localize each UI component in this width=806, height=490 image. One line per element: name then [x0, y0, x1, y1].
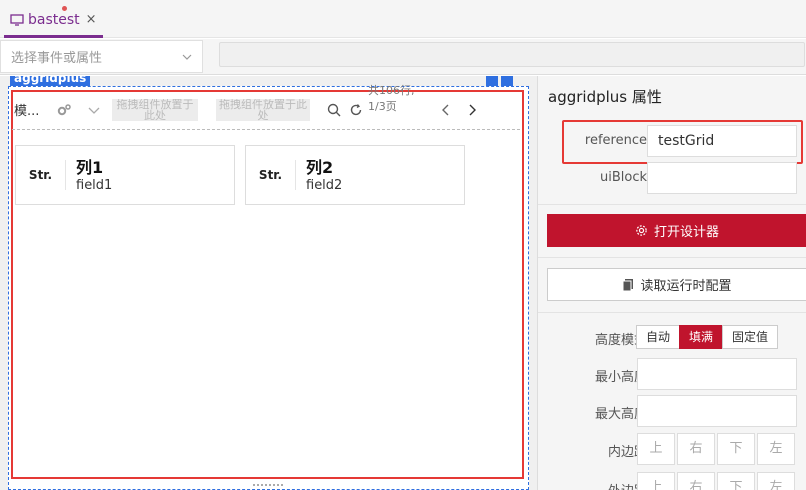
column-type: Str. — [16, 160, 66, 190]
copy-icon — [622, 278, 634, 291]
column-card[interactable]: Str. 列2 field2 — [245, 145, 465, 205]
tab-bar: bastest × — [0, 0, 806, 38]
height-mode-fill[interactable]: 填满 — [679, 325, 724, 349]
event-select-placeholder: 选择事件或属性 — [11, 51, 103, 66]
column-type: Str. — [246, 160, 296, 190]
component-badge: aggridplus — [10, 76, 91, 86]
column-name: 列1 — [76, 158, 104, 177]
copy-icon[interactable] — [486, 76, 498, 86]
close-icon[interactable]: × — [86, 12, 97, 27]
column-field: field2 — [306, 178, 343, 193]
tab-bastest[interactable]: bastest × — [4, 4, 103, 38]
event-select[interactable]: 选择事件或属性 — [0, 40, 203, 73]
height-mode-auto[interactable]: 自动 — [636, 325, 681, 349]
column-card[interactable]: Str. 列1 field1 — [15, 145, 235, 205]
design-canvas: aggridplus — [0, 76, 537, 490]
column-field: field1 — [76, 178, 113, 193]
tab-label: bastest — [28, 11, 80, 28]
padding-left-input[interactable]: 左 — [757, 433, 795, 465]
margin-left-input[interactable]: 左 — [757, 472, 795, 490]
grid-toolbar: 模... 拖拽组件放置于此处 拖拽组件放置于此处 共106行, 1/3页 — [12, 84, 520, 130]
gear-icon — [636, 225, 647, 236]
margin-top-input[interactable]: 上 — [637, 472, 675, 490]
chevron-down-icon[interactable] — [86, 102, 102, 118]
drop-slot[interactable]: 拖拽组件放置于此处 — [112, 98, 198, 121]
uiblock-row: uiBlock — [538, 162, 806, 194]
max-height-input[interactable] — [637, 395, 797, 427]
uiblock-input[interactable] — [647, 162, 797, 194]
delete-icon[interactable] — [501, 76, 513, 86]
refresh-icon[interactable] — [348, 102, 364, 118]
chevron-down-icon — [182, 54, 192, 60]
padding-top-input[interactable]: 上 — [637, 433, 675, 465]
height-mode-segmented: 自动 填满 固定值 — [636, 325, 779, 349]
divider — [538, 204, 806, 205]
row-count-info: 共106行, 1/3页 — [368, 83, 415, 113]
component-tools — [486, 76, 513, 86]
height-mode-fixed[interactable]: 固定值 — [722, 325, 779, 349]
gears-icon[interactable] — [56, 102, 72, 118]
chevron-right-icon[interactable] — [464, 102, 480, 118]
padding-bottom-input[interactable]: 下 — [717, 433, 755, 465]
search-icon[interactable] — [326, 102, 342, 118]
chevron-left-icon[interactable] — [438, 102, 454, 118]
min-height-row: 最小高度 — [538, 358, 806, 390]
open-designer-label: 打开设计器 — [653, 225, 719, 240]
event-value-input[interactable] — [219, 42, 805, 67]
divider — [538, 312, 806, 313]
grid-title: 模... — [14, 104, 40, 119]
drop-slot[interactable]: 拖拽组件放置于此处 — [216, 98, 310, 121]
unsaved-dot-icon — [62, 6, 67, 11]
uiblock-label: uiBlock — [599, 170, 647, 185]
event-bar: 选择事件或属性 — [0, 39, 806, 75]
divider — [538, 257, 806, 258]
properties-panel: aggridplus 属性 reference testGrid uiBlock… — [537, 76, 806, 490]
margin-right-input[interactable]: 右 — [677, 472, 715, 490]
resize-handle[interactable] — [253, 484, 283, 490]
load-runtime-config-label: 读取运行时配置 — [640, 279, 732, 294]
column-name: 列2 — [306, 158, 334, 177]
monitor-icon — [10, 13, 24, 26]
load-runtime-config-button[interactable]: 读取运行时配置 — [547, 268, 806, 301]
min-height-input[interactable] — [637, 358, 797, 390]
open-designer-button[interactable]: 打开设计器 — [547, 214, 806, 247]
padding-inputs: 上 右 下 左 — [637, 433, 795, 465]
panel-title: aggridplus 属性 — [548, 88, 662, 106]
padding-right-input[interactable]: 右 — [677, 433, 715, 465]
margin-bottom-input[interactable]: 下 — [717, 472, 755, 490]
margin-inputs: 上 右 下 左 — [637, 472, 795, 490]
reference-highlight — [562, 120, 803, 164]
max-height-row: 最大高度 — [538, 395, 806, 427]
